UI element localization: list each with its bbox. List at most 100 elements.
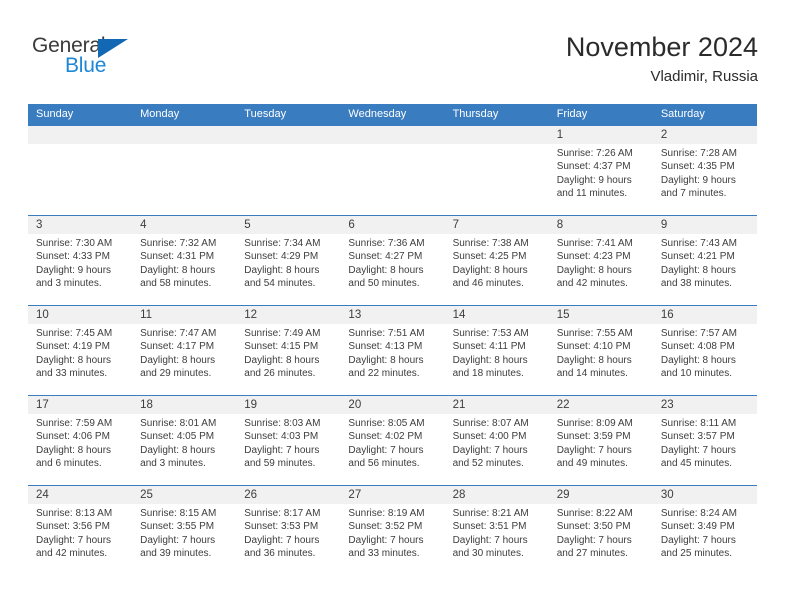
day-number: 28 [444, 486, 549, 504]
day-number: 3 [28, 216, 133, 234]
sunset-text: Sunset: 4:05 PM [140, 431, 215, 443]
sunset-text: Sunset: 4:11 PM [452, 341, 526, 353]
calendar-day-cell[interactable]: 21 Sunrise: 8:07 AM Sunset: 4:00 PM Dayligh… [444, 395, 549, 486]
day-details: Sunrise: 7:32 AM Sunset: 4:31 PM Daylight:… [132, 234, 236, 291]
calendar-day-cell[interactable]: 23 Sunrise: 8:11 AM Sunset: 3:57 PM Dayligh… [652, 395, 757, 486]
sunrise-text: Sunrise: 8:17 AM [244, 508, 321, 519]
sunrise-text: Sunrise: 7:41 AM [556, 238, 633, 249]
calendar-day-cell[interactable]: 27 Sunrise: 8:19 AM Sunset: 3:52 PM Dayligh… [340, 485, 445, 575]
calendar-day-cell[interactable]: 13 Sunrise: 7:51 AM Sunset: 4:13 PM Dayligh… [340, 305, 445, 396]
day-details [445, 144, 549, 147]
day-details: Sunrise: 8:09 AM Sunset: 3:59 PM Daylight:… [549, 414, 653, 471]
daylight-text-cont: and 26 minutes. [244, 368, 316, 380]
daylight-text-cont: and 36 minutes. [244, 548, 316, 560]
day-number: 2 [652, 126, 757, 144]
calendar-empty-cell [132, 126, 237, 216]
day-cell-inner: 27 Sunrise: 8:19 AM Sunset: 3:52 PM Dayligh… [340, 486, 445, 575]
calendar-day-cell[interactable]: 17 Sunrise: 7:59 AM Sunset: 4:06 PM Dayligh… [28, 395, 133, 486]
daylight-text: Daylight: 7 hours [348, 534, 424, 546]
calendar-day-cell[interactable]: 28 Sunrise: 8:21 AM Sunset: 3:51 PM Dayligh… [444, 485, 549, 575]
calendar-day-cell[interactable]: 15 Sunrise: 7:55 AM Sunset: 4:10 PM Dayligh… [548, 305, 653, 396]
day-details: Sunrise: 7:47 AM Sunset: 4:17 PM Daylight:… [132, 324, 236, 381]
sunset-text: Sunset: 3:55 PM [140, 521, 215, 533]
calendar-day-cell[interactable]: 30 Sunrise: 8:24 AM Sunset: 3:49 PM Dayligh… [652, 485, 757, 575]
sunrise-text: Sunrise: 7:34 AM [244, 238, 321, 249]
daylight-text-cont: and 14 minutes. [556, 368, 628, 380]
calendar-day-cell[interactable]: 18 Sunrise: 8:01 AM Sunset: 4:05 PM Dayligh… [132, 395, 237, 486]
sunrise-text: Sunrise: 7:53 AM [452, 328, 529, 339]
sunset-text: Sunset: 4:29 PM [244, 251, 319, 263]
calendar-day-cell[interactable]: 14 Sunrise: 7:53 AM Sunset: 4:11 PM Dayligh… [444, 305, 549, 396]
calendar-day-cell[interactable]: 9 Sunrise: 7:43 AM Sunset: 4:21 PM Daylight… [652, 215, 757, 306]
calendar-day-cell[interactable]: 8 Sunrise: 7:41 AM Sunset: 4:23 PM Daylight… [548, 215, 653, 306]
general-blue-logo[interactable]: General Blue [32, 34, 202, 86]
day-cell-inner: 1 Sunrise: 7:26 AM Sunset: 4:37 PM Daylight… [548, 126, 653, 215]
day-cell-inner: 17 Sunrise: 7:59 AM Sunset: 4:06 PM Dayligh… [28, 396, 133, 485]
day-cell-inner: 7 Sunrise: 7:38 AM Sunset: 4:25 PM Daylight… [444, 216, 549, 305]
calendar-day-cell[interactable]: 1 Sunrise: 7:26 AM Sunset: 4:37 PM Daylight… [548, 126, 653, 216]
calendar-day-cell[interactable]: 25 Sunrise: 8:15 AM Sunset: 3:55 PM Dayligh… [132, 485, 237, 575]
day-details: Sunrise: 8:15 AM Sunset: 3:55 PM Daylight:… [132, 504, 236, 561]
day-number: 7 [444, 216, 549, 234]
day-details [340, 144, 444, 147]
day-number: 12 [236, 306, 341, 324]
calendar-day-cell[interactable]: 16 Sunrise: 7:57 AM Sunset: 4:08 PM Dayligh… [652, 305, 757, 396]
calendar-table: Sunday Monday Tuesday Wednesday Thursday… [28, 104, 757, 575]
calendar-week-row: 1 Sunrise: 7:26 AM Sunset: 4:37 PM Daylight… [28, 126, 757, 216]
sunset-text: Sunset: 4:33 PM [36, 251, 110, 263]
daylight-text-cont: and 54 minutes. [244, 278, 316, 290]
daylight-text: Daylight: 8 hours [36, 354, 112, 366]
calendar-day-cell[interactable]: 2 Sunrise: 7:28 AM Sunset: 4:35 PM Daylight… [652, 126, 757, 216]
calendar-day-cell[interactable]: 24 Sunrise: 8:13 AM Sunset: 3:56 PM Dayligh… [28, 485, 133, 575]
calendar-day-cell[interactable]: 6 Sunrise: 7:36 AM Sunset: 4:27 PM Daylight… [340, 215, 445, 306]
calendar-day-cell[interactable]: 7 Sunrise: 7:38 AM Sunset: 4:25 PM Daylight… [444, 215, 549, 306]
calendar-day-cell[interactable]: 19 Sunrise: 8:03 AM Sunset: 4:03 PM Dayligh… [236, 395, 341, 486]
calendar-day-cell[interactable]: 20 Sunrise: 8:05 AM Sunset: 4:02 PM Dayligh… [340, 395, 445, 486]
sunrise-text: Sunrise: 8:05 AM [348, 418, 425, 429]
calendar-day-cell[interactable]: 3 Sunrise: 7:30 AM Sunset: 4:33 PM Daylight… [28, 215, 133, 306]
day-number: 25 [132, 486, 237, 504]
day-details: Sunrise: 8:17 AM Sunset: 3:53 PM Daylight:… [236, 504, 340, 561]
daylight-text-cont: and 42 minutes. [556, 278, 628, 290]
day-cell-inner: 22 Sunrise: 8:09 AM Sunset: 3:59 PM Dayligh… [548, 396, 653, 485]
day-number: 15 [548, 306, 653, 324]
daylight-text-cont: and 46 minutes. [452, 278, 524, 290]
day-details: Sunrise: 7:26 AM Sunset: 4:37 PM Daylight:… [549, 144, 653, 201]
day-details: Sunrise: 7:38 AM Sunset: 4:25 PM Daylight:… [445, 234, 549, 291]
sunset-text: Sunset: 4:35 PM [660, 161, 735, 173]
day-number: 22 [548, 396, 653, 414]
sunrise-text: Sunrise: 8:01 AM [140, 418, 217, 429]
daylight-text: Daylight: 7 hours [556, 444, 632, 456]
day-details: Sunrise: 7:59 AM Sunset: 4:06 PM Daylight:… [28, 414, 132, 471]
day-cell-inner: 11 Sunrise: 7:47 AM Sunset: 4:17 PM Dayligh… [132, 306, 237, 395]
daylight-text: Daylight: 8 hours [556, 354, 632, 366]
daylight-text: Daylight: 8 hours [348, 264, 424, 276]
day-cell-inner: 20 Sunrise: 8:05 AM Sunset: 4:02 PM Dayligh… [340, 396, 445, 485]
sunset-text: Sunset: 3:56 PM [36, 521, 110, 533]
calendar-day-cell[interactable]: 29 Sunrise: 8:22 AM Sunset: 3:50 PM Dayligh… [548, 485, 653, 575]
daylight-text: Daylight: 8 hours [660, 264, 736, 276]
day-cell-inner [444, 126, 549, 215]
calendar-empty-cell [340, 126, 445, 216]
calendar-day-cell[interactable]: 26 Sunrise: 8:17 AM Sunset: 3:53 PM Dayligh… [236, 485, 341, 575]
calendar-day-cell[interactable]: 22 Sunrise: 8:09 AM Sunset: 3:59 PM Dayligh… [548, 395, 653, 486]
calendar-day-cell[interactable]: 10 Sunrise: 7:45 AM Sunset: 4:19 PM Dayligh… [28, 305, 133, 396]
calendar-day-cell[interactable]: 11 Sunrise: 7:47 AM Sunset: 4:17 PM Dayligh… [132, 305, 237, 396]
daylight-text: Daylight: 7 hours [140, 534, 216, 546]
calendar-week-row: 24 Sunrise: 8:13 AM Sunset: 3:56 PM Dayligh… [28, 485, 757, 575]
calendar-day-cell[interactable]: 4 Sunrise: 7:32 AM Sunset: 4:31 PM Daylight… [132, 215, 237, 306]
calendar-day-cell[interactable]: 5 Sunrise: 7:34 AM Sunset: 4:29 PM Daylight… [236, 215, 341, 306]
calendar-day-cell[interactable]: 12 Sunrise: 7:49 AM Sunset: 4:15 PM Dayligh… [236, 305, 341, 396]
day-number: 1 [548, 126, 653, 144]
day-cell-inner: 30 Sunrise: 8:24 AM Sunset: 3:49 PM Dayligh… [652, 486, 757, 575]
daylight-text-cont: and 50 minutes. [348, 278, 420, 290]
daylight-text-cont: and 56 minutes. [348, 458, 420, 470]
day-details: Sunrise: 7:34 AM Sunset: 4:29 PM Daylight:… [236, 234, 340, 291]
day-details: Sunrise: 7:45 AM Sunset: 4:19 PM Daylight:… [28, 324, 132, 381]
daylight-text-cont: and 30 minutes. [452, 548, 524, 560]
daylight-text: Daylight: 8 hours [140, 354, 216, 366]
daylight-text: Daylight: 8 hours [348, 354, 424, 366]
daylight-text: Daylight: 8 hours [36, 444, 112, 456]
sunrise-text: Sunrise: 7:43 AM [660, 238, 737, 249]
day-details: Sunrise: 7:36 AM Sunset: 4:27 PM Daylight:… [340, 234, 444, 291]
